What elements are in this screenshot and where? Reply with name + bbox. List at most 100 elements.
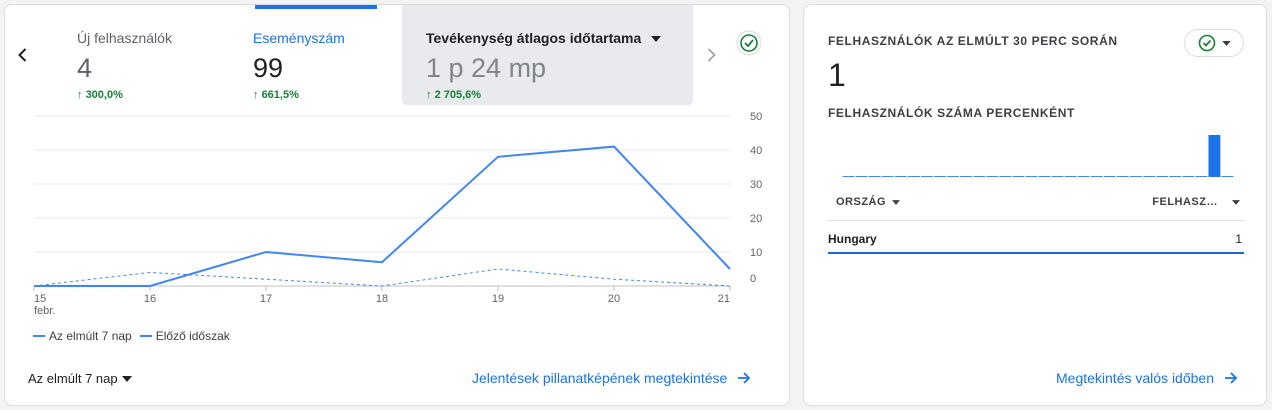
- metric-tab-avg-engagement[interactable]: Tevékenység átlagos időtartama 1 p 24 mp…: [402, 5, 693, 105]
- minute-bar: [1130, 176, 1142, 177]
- metric-value: 99: [253, 53, 284, 83]
- minute-bar: [1090, 176, 1103, 177]
- legend-item-previous: Előző időszak: [139, 329, 230, 343]
- caret-down-icon: [1221, 40, 1231, 46]
- dashed-line-swatch: [139, 335, 152, 337]
- minute-bar: [894, 176, 907, 177]
- caret-down-icon: [121, 375, 132, 382]
- caret-down-icon: [892, 199, 901, 205]
- minute-bar: [999, 176, 1012, 177]
- minute-bar: [1143, 176, 1155, 177]
- line-chart: 50 40 30 20 10 0 15febr. 16 17 18 19 20 21: [33, 111, 762, 317]
- metric-label: Eseményszám: [253, 30, 345, 46]
- table-row: Hungary 1: [828, 222, 1244, 254]
- y-tick-label: 40: [750, 145, 762, 157]
- minute-bar: [1117, 176, 1129, 177]
- metric-delta: ↑ 2 705,6%: [426, 89, 482, 101]
- arrow-up-icon: ↑: [77, 89, 83, 101]
- x-tick-label: 15: [34, 293, 46, 305]
- arrow-up-icon: ↑: [253, 89, 259, 101]
- minute-bar: [986, 176, 999, 177]
- minute-bar: [1169, 176, 1182, 177]
- caret-down-icon[interactable]: [651, 36, 662, 43]
- compare-dropdown[interactable]: [1184, 29, 1244, 57]
- minute-bar: [960, 176, 973, 177]
- y-tick-label: 20: [750, 213, 762, 225]
- y-tick-label: 30: [750, 179, 762, 191]
- x-tick-sublabel: febr.: [34, 305, 55, 317]
- view-realtime-link[interactable]: Megtekintés valós időben: [1056, 370, 1238, 386]
- minute-bar: [934, 176, 946, 177]
- series-line-previous: [33, 268, 731, 287]
- minute-bar: [973, 176, 986, 177]
- metric-delta: ↑ 661,5%: [253, 89, 299, 101]
- minute-bar: [1156, 176, 1169, 177]
- minute-bar: [1221, 176, 1234, 177]
- realtime-card: FELHASZNÁLÓK AZ ELMÚLT 30 PERC SORÁN 1 F…: [803, 4, 1267, 406]
- legend-label: Előző időszak: [155, 329, 230, 343]
- minute-bar: [1208, 135, 1221, 177]
- y-tick-label: 10: [750, 247, 762, 259]
- arrow-right-icon: [1224, 371, 1238, 385]
- per-minute-bar-chart: [842, 135, 1234, 177]
- x-tick-label: 18: [376, 293, 388, 305]
- cell-users: 1: [1235, 232, 1242, 246]
- series-line-current: [34, 145, 731, 287]
- x-tick-label: 21: [718, 293, 730, 305]
- selected-tab-indicator: [255, 5, 377, 9]
- x-tick-label: 16: [144, 293, 156, 305]
- view-snapshot-link[interactable]: Jelentések pillanatképének megtekintése: [472, 370, 751, 386]
- minute-bar: [1077, 176, 1090, 177]
- chevron-left-icon[interactable]: [9, 41, 37, 69]
- column-header-country[interactable]: ORSZÁG: [836, 196, 901, 208]
- view-snapshot-label: Jelentések pillanatképének megtekintése: [472, 370, 728, 386]
- metric-label: Új felhasználók: [77, 30, 172, 46]
- minute-bar: [868, 176, 881, 177]
- realtime-title: FELHASZNÁLÓK AZ ELMÚLT 30 PERC SORÁN: [828, 34, 1118, 48]
- cell-country: Hungary: [828, 232, 877, 246]
- minute-bar: [1195, 176, 1208, 177]
- metric-value: 1 p 24 mp: [426, 53, 547, 83]
- minute-bar: [1038, 176, 1051, 177]
- overview-card: Új felhasználók 4 ↑ 300,0% Eseményszám 9…: [4, 4, 790, 406]
- minute-bar: [907, 176, 920, 177]
- metric-tab-new-users[interactable]: Új felhasználók 4 ↑ 300,0%: [61, 5, 221, 105]
- minute-bar: [842, 176, 855, 177]
- minute-bar: [1103, 176, 1116, 177]
- minute-bar: [947, 176, 959, 177]
- solid-line-swatch: [33, 335, 45, 337]
- date-range-label: Az elmúlt 7 nap: [28, 371, 118, 386]
- minute-bar: [1012, 176, 1025, 177]
- metric-tab-event-count[interactable]: Eseményszám 99 ↑ 661,5%: [237, 5, 377, 105]
- y-tick-label: 0: [750, 273, 756, 285]
- check-circle-icon: [1198, 34, 1215, 52]
- minute-bar: [1182, 176, 1195, 177]
- metric-value: 4: [77, 53, 93, 83]
- caret-down-icon: [1232, 199, 1240, 205]
- x-tick-label: 17: [260, 293, 272, 305]
- check-circle-icon[interactable]: [736, 30, 762, 56]
- realtime-user-count: 1: [828, 57, 846, 93]
- y-tick-label: 50: [750, 111, 762, 123]
- arrow-right-icon: [737, 371, 751, 385]
- per-minute-title: FELHASZNÁLÓK SZÁMA PERCENKÉNT: [828, 106, 1075, 120]
- metric-delta: ↑ 300,0%: [77, 89, 123, 101]
- column-header-users[interactable]: FELHASZ…: [1152, 196, 1240, 208]
- legend-item-current: Az elmúlt 7 nap: [33, 329, 132, 343]
- chevron-right-icon[interactable]: [697, 41, 725, 69]
- x-tick-label: 19: [492, 293, 504, 305]
- minute-bar: [921, 176, 933, 177]
- chart-legend: Az elmúlt 7 nap Előző időszak: [33, 329, 238, 343]
- arrow-up-icon: ↑: [426, 89, 432, 101]
- minute-bar: [881, 176, 894, 177]
- date-range-dropdown[interactable]: Az elmúlt 7 nap: [28, 371, 132, 386]
- table-header: ORSZÁG FELHASZ…: [828, 185, 1244, 221]
- x-tick-label: 20: [608, 293, 620, 305]
- minute-bar: [1064, 176, 1077, 177]
- minute-bar: [1025, 176, 1038, 177]
- view-realtime-label: Megtekintés valós időben: [1056, 370, 1214, 386]
- minute-bar: [855, 176, 868, 177]
- legend-label: Az elmúlt 7 nap: [49, 329, 132, 343]
- metric-label: Tevékenység átlagos időtartama: [426, 30, 662, 46]
- minute-bar: [1051, 176, 1064, 177]
